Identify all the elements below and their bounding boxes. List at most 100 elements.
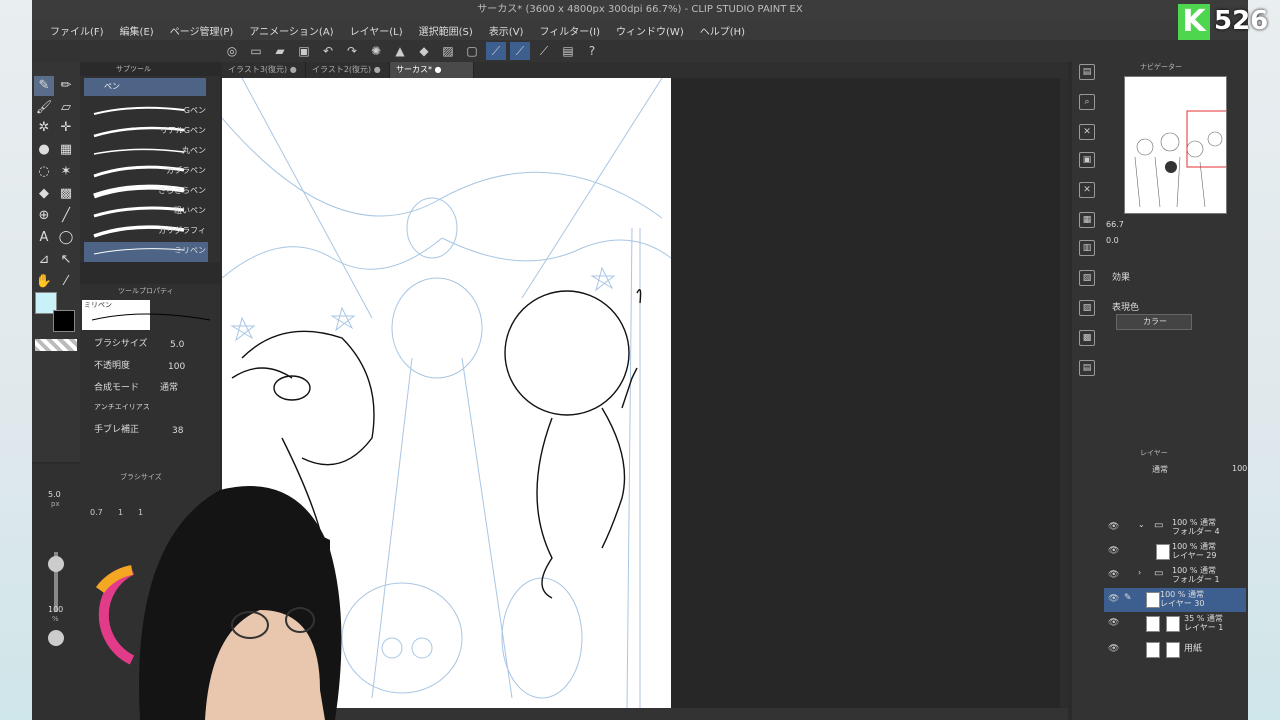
eyedropper-tool-icon[interactable]: ⁄ xyxy=(56,272,76,292)
navigator-preview[interactable] xyxy=(1124,76,1227,214)
layer-row[interactable]: 👁 ⌄ ▭ 100 % 通常 フォルダー 4 xyxy=(1104,516,1246,540)
pen-tool-icon[interactable]: ✎ xyxy=(34,76,54,96)
menu-selection[interactable]: 選択範囲(S) xyxy=(411,23,481,38)
selection-border-icon[interactable]: ▢ xyxy=(462,42,482,60)
sub-color-swatch[interactable] xyxy=(53,310,75,332)
eye-icon[interactable]: 👁 xyxy=(1108,546,1119,556)
tab-circus[interactable]: サーカス* ● xyxy=(390,62,474,78)
line-tool-icon[interactable]: ╱ xyxy=(56,206,76,226)
close-panel-icon[interactable]: ✕ xyxy=(1079,124,1095,140)
subtool-group-pen[interactable]: ペン xyxy=(84,78,206,96)
decoration-tool-icon[interactable]: ✲ xyxy=(34,118,54,138)
display-color-select[interactable]: カラー xyxy=(1116,314,1192,330)
eye-icon[interactable]: 👁 xyxy=(1108,618,1119,628)
transparent-color-swatch[interactable] xyxy=(35,339,77,351)
save-icon[interactable]: ▣ xyxy=(294,42,314,60)
stream-badge: K 526 xyxy=(1176,4,1276,42)
history-icon[interactable]: ▧ xyxy=(1079,270,1095,286)
new-file-icon[interactable]: ▭ xyxy=(246,42,266,60)
object-tool-icon[interactable]: ↖ xyxy=(56,250,76,270)
ruler-tool-icon[interactable]: ⊿ xyxy=(34,250,54,270)
clip-studio-assets-icon[interactable]: ▤ xyxy=(558,42,578,60)
gradient-tool-icon[interactable]: ▩ xyxy=(56,184,76,204)
layer-blend-select[interactable]: 通常 xyxy=(1152,464,1168,475)
balloon-tool-icon[interactable]: ◯ xyxy=(56,228,76,248)
eye-icon[interactable]: 👁 xyxy=(1108,522,1119,532)
layer-opacity-value[interactable]: 100 xyxy=(1232,464,1247,473)
grid-tool-icon[interactable]: ▦ xyxy=(56,140,76,160)
subtool-item-active[interactable]: ミリペン xyxy=(84,242,208,262)
clip-studio-icon[interactable]: ◎ xyxy=(222,42,242,60)
clear-selection-icon[interactable]: ▲ xyxy=(390,42,410,60)
tab-illust3[interactable]: イラスト3(復元) ● xyxy=(222,62,306,78)
subtool-item[interactable]: カブラペン xyxy=(84,162,208,182)
move-layer-tool-icon[interactable]: ✛ xyxy=(56,118,76,138)
subtool-item[interactable]: さらさらペン xyxy=(84,182,208,202)
opacity-slider-handle[interactable] xyxy=(48,630,64,646)
help-icon[interactable]: ? xyxy=(582,42,602,60)
menu-help[interactable]: ヘルプ(H) xyxy=(692,23,753,38)
chevron-right-icon[interactable]: › xyxy=(1138,568,1141,577)
snap-special-ruler-icon[interactable]: ⟋ xyxy=(510,42,530,60)
hand-tool-icon[interactable]: ✋ xyxy=(34,272,54,292)
selection-invert-icon[interactable]: ▨ xyxy=(438,42,458,60)
texture-icon[interactable]: ▦ xyxy=(1079,212,1095,228)
blend-mode-select[interactable]: 通常 xyxy=(160,380,178,393)
brush-size-slider-handle[interactable] xyxy=(48,556,64,572)
chevron-down-icon[interactable]: ⌄ xyxy=(1138,520,1145,529)
blend-tool-icon[interactable]: ● xyxy=(34,140,54,160)
canvas-vertical-scrollbar[interactable] xyxy=(1060,78,1068,708)
material-icon[interactable]: ▤ xyxy=(1079,64,1095,80)
fill-tool-icon[interactable]: ◆ xyxy=(34,184,54,204)
eye-icon[interactable]: 👁 xyxy=(1108,644,1119,654)
menu-page[interactable]: ページ管理(P) xyxy=(162,23,242,38)
zoom-value[interactable]: 66.7 xyxy=(1106,220,1124,229)
layer-row-active[interactable]: 👁 ✎ 100 % 通常 レイヤー 30 xyxy=(1104,588,1246,612)
rotation-value[interactable]: 0.0 xyxy=(1106,236,1119,245)
menu-window[interactable]: ウィンドウ(W) xyxy=(608,23,692,38)
pencil-tool-icon[interactable]: ✏ xyxy=(56,76,76,96)
undo-icon[interactable]: ↶ xyxy=(318,42,338,60)
layer-search-icon[interactable]: ▨ xyxy=(1079,300,1095,316)
menu-view[interactable]: 表示(V) xyxy=(481,23,532,38)
fill-icon[interactable]: ◆ xyxy=(414,42,434,60)
menu-edit[interactable]: 編集(E) xyxy=(112,23,162,38)
brush-tool-icon[interactable]: 🖌 xyxy=(34,98,54,118)
text-tool-icon[interactable]: A xyxy=(34,228,54,248)
layer-row[interactable]: 👁 › ▭ 100 % 通常 フォルダー 1 xyxy=(1104,564,1246,588)
redo-icon[interactable]: ↷ xyxy=(342,42,362,60)
search-icon[interactable]: ⌕ xyxy=(1079,94,1095,110)
open-file-icon[interactable]: ▰ xyxy=(270,42,290,60)
menu-animation[interactable]: アニメーション(A) xyxy=(241,23,341,38)
menu-filter[interactable]: フィルター(I) xyxy=(531,23,608,38)
snap-grid-icon[interactable]: ⟋ xyxy=(534,42,554,60)
snap-ruler-icon[interactable]: ⟋ xyxy=(486,42,506,60)
tab-illust2[interactable]: イラスト2(復元) ● xyxy=(306,62,390,78)
stabilize-value[interactable]: 38 xyxy=(172,426,183,436)
subtool-item[interactable]: Gペン xyxy=(84,102,208,122)
menu-file[interactable]: ファイル(F) xyxy=(42,23,112,38)
eye-icon[interactable]: 👁 xyxy=(1108,594,1119,604)
erase-icon[interactable]: ✺ xyxy=(366,42,386,60)
eye-icon[interactable]: 👁 xyxy=(1108,570,1119,580)
brush-size-preset[interactable]: 0.7 xyxy=(90,508,103,517)
eraser-tool-icon[interactable]: ▱ xyxy=(56,98,76,118)
layer-row[interactable]: 👁 用紙 xyxy=(1104,638,1246,662)
layer-row[interactable]: 👁 100 % 通常 レイヤー 29 xyxy=(1104,540,1246,564)
close-panel-icon[interactable]: ✕ xyxy=(1079,182,1095,198)
menu-layer[interactable]: レイヤー(L) xyxy=(342,23,411,38)
image-icon[interactable]: ▣ xyxy=(1079,152,1095,168)
subtool-item[interactable]: カリグラフィ xyxy=(84,222,208,242)
auto-action-icon[interactable]: ▤ xyxy=(1079,360,1095,376)
brush-size-value[interactable]: 5.0 xyxy=(170,340,184,350)
subtool-item[interactable]: リアルGペン xyxy=(84,122,208,142)
opacity-value[interactable]: 100 xyxy=(168,362,185,372)
page-icon[interactable]: ▥ xyxy=(1079,240,1095,256)
subtool-item[interactable]: 粗いペン xyxy=(84,202,208,222)
sub-view-icon[interactable]: ▩ xyxy=(1079,330,1095,346)
lasso-tool-icon[interactable]: ◌ xyxy=(34,162,54,182)
subtool-item[interactable]: 丸ペン xyxy=(84,142,208,162)
auto-select-tool-icon[interactable]: ✶ xyxy=(56,162,76,182)
layer-row[interactable]: 👁 35 % 通常 レイヤー 1 xyxy=(1104,612,1246,636)
zoom-tool-icon[interactable]: ⊕ xyxy=(34,206,54,226)
